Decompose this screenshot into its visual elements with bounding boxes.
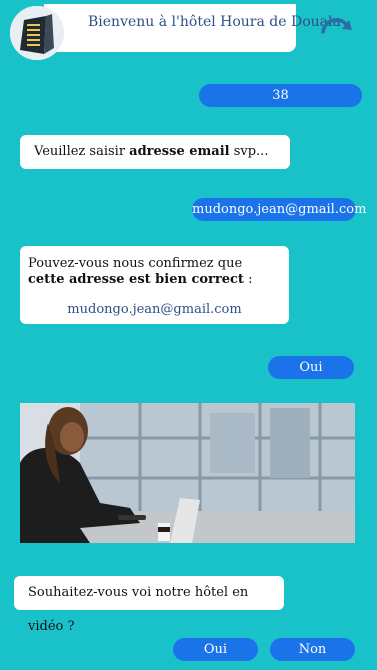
- confirm-prefix: Pouvez-vous nous confirmez que: [28, 256, 243, 271]
- hotel-building-icon: [10, 6, 64, 60]
- confirm-email-value: mudongo.jean@gmail.com: [67, 302, 242, 317]
- hotel-photo: [20, 403, 355, 543]
- no-button[interactable]: Non: [270, 638, 355, 661]
- user-message-number: 38: [199, 84, 362, 107]
- yes-button[interactable]: Oui: [173, 638, 258, 661]
- ask-email-suffix: svp...: [229, 144, 269, 159]
- confirm-suffix: :: [243, 272, 253, 287]
- user-message-email: mudongo.jean@gmail.com: [192, 198, 366, 221]
- user-message-yes: Oui: [268, 356, 354, 379]
- bot-message-video-question: Souhaitez-vous voi notre hôtel en vidéo …: [14, 576, 284, 634]
- redo-arrow-icon[interactable]: [318, 12, 354, 42]
- confirm-bold: cette adresse est bien correct: [28, 272, 244, 287]
- chat-header: Bienvenu à l'hôtel Houra de Douala: [0, 0, 377, 60]
- bot-message-ask-email: Veuillez saisir adresse email svp...: [20, 135, 290, 169]
- ask-email-bold: adresse email: [129, 144, 230, 159]
- ask-email-text: Veuillez saisir: [34, 144, 130, 159]
- page-title: Bienvenu à l'hôtel Houra de Douala: [88, 14, 341, 30]
- bot-message-confirm-email: Pouvez-vous nous confirmez que cette adr…: [20, 246, 289, 324]
- confirm-text: Pouvez-vous nous confirmez que cette adr…: [28, 256, 281, 288]
